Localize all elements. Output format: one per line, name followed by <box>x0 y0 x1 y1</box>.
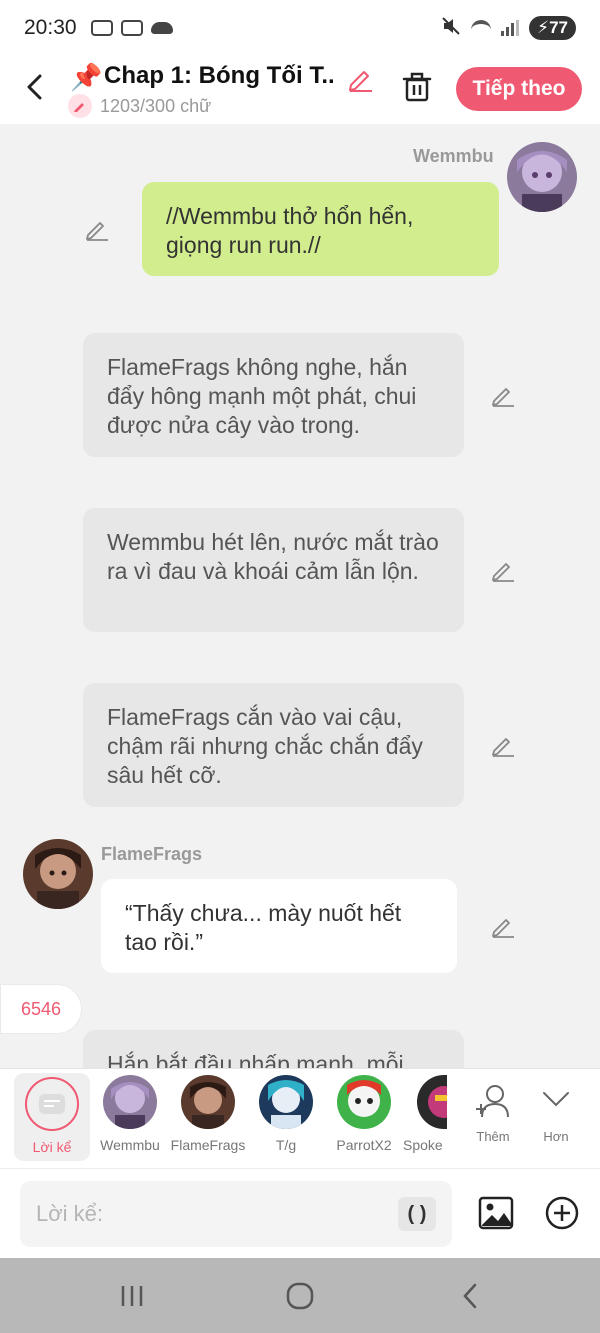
add-circle-icon[interactable] <box>544 1195 580 1231</box>
sender-name-wemmbu: Wemmbu <box>413 146 494 166</box>
avatar-flamefrags[interactable] <box>23 839 93 909</box>
back-nav-button[interactable] <box>450 1282 490 1310</box>
character-selector: Lời kể Wemmbu FlameFrags T/g ParrotX2 Sp… <box>0 1068 600 1168</box>
character-label: Lời kể <box>32 1139 72 1155</box>
avatar <box>259 1075 313 1129</box>
character-wemmbu[interactable]: Wemmbu <box>91 1075 169 1153</box>
character-tg[interactable]: T/g <box>247 1075 325 1153</box>
character-parrotx2[interactable]: ParrotX2 <box>325 1075 403 1153</box>
narration-bubble[interactable]: Hắn bắt đầu nhấp mạnh, mỗi <box>83 1030 464 1068</box>
edit-message-icon[interactable] <box>490 557 516 583</box>
battery-indicator: ⚡77 <box>529 16 576 40</box>
narration-text: Hắn bắt đầu nhấp mạnh, mỗi <box>107 1051 404 1068</box>
narration-text: FlameFrags cắn vào vai cậu, chậm rãi như… <box>107 704 423 788</box>
add-character-button[interactable]: Thêm <box>463 1083 523 1144</box>
edit-message-icon[interactable] <box>490 382 516 408</box>
cloud-icon <box>150 22 173 34</box>
edit-message-icon[interactable] <box>490 732 516 758</box>
chevron-left-icon <box>27 74 42 100</box>
screenshot-icon <box>90 20 113 36</box>
character-narration[interactable]: Lời kể <box>14 1073 90 1161</box>
collapse-button[interactable]: Hơn <box>526 1083 586 1144</box>
recents-icon <box>121 1286 143 1306</box>
character-label: Wemmbu <box>100 1137 160 1153</box>
edit-message-icon[interactable] <box>84 216 110 242</box>
message-text: “Thấy chưa... mày nuốt hết tao rồi.” <box>125 900 402 955</box>
narration-bubble[interactable]: FlameFrags không nghe, hắn đẩy hông mạnh… <box>83 333 464 457</box>
sender-name-flamefrags: FlameFrags <box>101 844 203 864</box>
game-controller-icon <box>120 20 143 36</box>
narration-text: Wemmbu hét lên, nước mắt trào ra vì đau … <box>107 529 439 584</box>
message-count-badge[interactable]: 6546 <box>0 984 82 1034</box>
more-label: Thêm <box>476 1129 510 1144</box>
avatar-wemmbu[interactable] <box>507 142 577 212</box>
home-icon <box>286 1282 314 1310</box>
less-label: Hơn <box>543 1129 569 1144</box>
home-button[interactable] <box>280 1282 320 1310</box>
status-time: 20:30 <box>24 16 77 39</box>
chevron-down-icon <box>543 1092 569 1107</box>
avatar <box>181 1075 235 1129</box>
next-button[interactable]: Tiếp theo <box>456 67 582 111</box>
chapter-title[interactable]: Chap 1: Bóng Tối T... <box>104 62 334 90</box>
word-count: 1203/300 chữ <box>100 95 212 116</box>
back-button[interactable] <box>18 70 52 104</box>
narration-text: FlameFrags không nghe, hắn đẩy hông mạnh… <box>107 354 417 438</box>
character-flamefrags[interactable]: FlameFrags <box>169 1075 247 1153</box>
message-input[interactable]: Lời kể: ( ) <box>20 1181 452 1247</box>
edit-title-icon[interactable] <box>346 64 374 92</box>
character-label: ParrotX2 <box>336 1137 392 1153</box>
word-count-row: 1203/300 chữ <box>68 94 211 118</box>
status-right-icons: ⚡77 <box>441 16 576 41</box>
image-icon[interactable] <box>478 1195 514 1231</box>
battery-level: 77 <box>549 18 568 37</box>
character-label: T/g <box>275 1137 297 1153</box>
message-bubble[interactable]: //Wemmbu thở hổn hển, giọng run run.// <box>142 182 499 276</box>
message-text: //Wemmbu thở hổn hển, giọng run run.// <box>166 203 414 258</box>
status-left-icons <box>90 20 173 36</box>
parentheses-button[interactable]: ( ) <box>398 1197 436 1231</box>
signal-icon <box>501 20 520 36</box>
pin-icon: 📌 <box>70 62 103 92</box>
narration-bubble[interactable]: FlameFrags cắn vào vai cậu, chậm rãi như… <box>83 683 464 807</box>
composer-bar: Lời kể: ( ) <box>0 1168 600 1258</box>
character-spoke[interactable]: Spoke <box>403 1075 447 1153</box>
add-person-icon <box>476 1085 509 1118</box>
input-placeholder: Lời kể: <box>36 1201 104 1226</box>
character-label: Spoke <box>403 1137 443 1153</box>
system-nav-bar <box>0 1258 600 1333</box>
avatar <box>337 1075 391 1129</box>
chapter-header: 📌 Chap 1: Bóng Tối T... 1203/300 chữ Tiế… <box>0 56 600 124</box>
trash-icon[interactable] <box>400 70 434 104</box>
narration-icon <box>25 1077 79 1131</box>
pencil-icon <box>68 94 92 118</box>
edit-message-icon[interactable] <box>490 913 516 939</box>
wifi-icon <box>471 20 492 36</box>
recent-apps-button[interactable] <box>112 1282 152 1310</box>
message-bubble[interactable]: “Thấy chưa... mày nuốt hết tao rồi.” <box>101 879 457 973</box>
status-bar: 20:30 ⚡77 <box>0 0 600 56</box>
narration-bubble[interactable]: Wemmbu hét lên, nước mắt trào ra vì đau … <box>83 508 464 632</box>
avatar <box>103 1075 157 1129</box>
avatar <box>417 1075 447 1129</box>
back-icon <box>463 1283 477 1309</box>
mute-icon <box>441 16 461 41</box>
chat-area[interactable]: Wemmbu //Wemmbu thở hổn hển, giọng run r… <box>0 124 600 1068</box>
character-label: FlameFrags <box>170 1137 246 1153</box>
